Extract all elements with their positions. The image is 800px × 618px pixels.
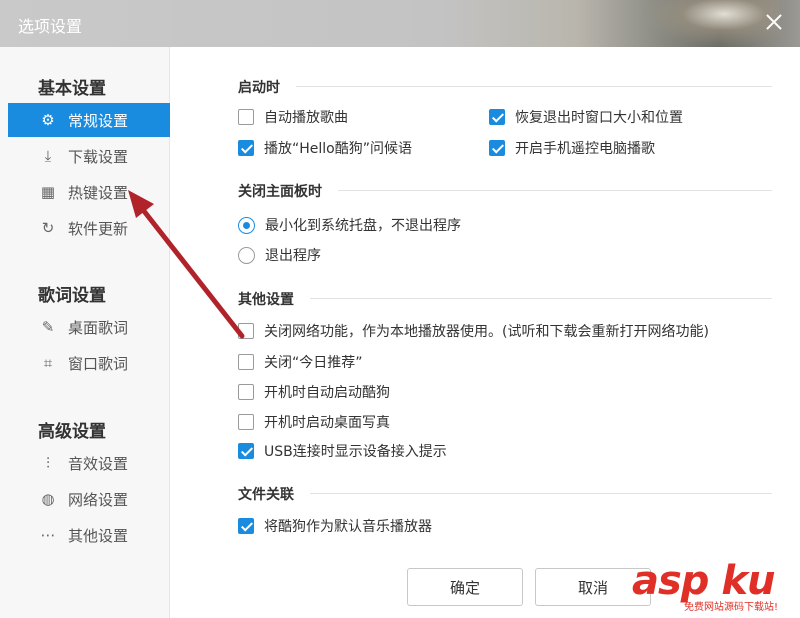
option-label: 将酷狗作为默认音乐播放器 — [264, 519, 432, 535]
checkbox[interactable] — [238, 414, 254, 430]
sidebar-item-label: 热键设置 — [68, 183, 129, 202]
checkbox[interactable] — [238, 323, 254, 339]
sidebar-item-window-lyrics[interactable]: ⌗ 窗口歌词 — [8, 346, 170, 380]
sidebar-group-basic: 基本设置 — [38, 79, 106, 99]
option-desktop-photo[interactable]: 开机时启动桌面写真 — [238, 412, 390, 432]
section-divider — [338, 190, 772, 191]
option-phone-remote[interactable]: 开启手机遥控电脑播歌 — [489, 138, 655, 158]
sidebar-item-label: 桌面歌词 — [68, 318, 129, 337]
watermark-logo: asp ku 免费网站源码下载站! — [624, 556, 800, 618]
sidebar-item-label: 软件更新 — [68, 219, 129, 238]
section-title-other: 其他设置 — [238, 292, 294, 308]
option-label: 开启手机遥控电脑播歌 — [515, 141, 655, 157]
checkbox[interactable] — [238, 140, 254, 156]
option-auto-play[interactable]: 自动播放歌曲 — [238, 107, 348, 127]
option-label: 播放“Hello酷狗”问候语 — [264, 141, 412, 157]
sidebar-item-desktop-lyrics[interactable]: ✎ 桌面歌词 — [8, 310, 170, 344]
gear-icon: ⚙ — [41, 111, 55, 129]
radio-button[interactable] — [238, 246, 255, 264]
section-title-startup: 启动时 — [238, 80, 280, 96]
section-divider — [310, 298, 772, 299]
section-title-file-assoc: 文件关联 — [238, 487, 294, 503]
sidebar-item-hotkeys[interactable]: ▦ 热键设置 — [8, 175, 170, 209]
equalizer-icon: ⫶ — [46, 454, 50, 472]
checkbox[interactable] — [238, 443, 254, 459]
sidebar-group-advanced: 高级设置 — [38, 422, 106, 442]
option-play-hello[interactable]: 播放“Hello酷狗”问候语 — [238, 138, 412, 158]
sidebar-item-update[interactable]: ↻ 软件更新 — [8, 211, 170, 245]
more-icon: ⋯ — [40, 526, 56, 544]
close-icon[interactable] — [762, 10, 786, 34]
sidebar-item-general[interactable]: ⚙ 常规设置 — [8, 103, 170, 137]
checkbox[interactable] — [489, 109, 505, 125]
section-divider — [296, 86, 772, 87]
sidebar-item-label: 其他设置 — [68, 526, 129, 545]
ok-button[interactable]: 确定 — [407, 568, 523, 606]
sidebar-item-label: 窗口歌词 — [68, 354, 129, 373]
option-label: 关闭“今日推荐” — [264, 355, 363, 371]
sidebar-item-label: 网络设置 — [68, 490, 129, 509]
sidebar-item-network[interactable]: ◍ 网络设置 — [8, 482, 170, 516]
option-label: 退出程序 — [265, 248, 321, 264]
option-label: 自动播放歌曲 — [264, 110, 348, 126]
title-bar[interactable]: 选项设置 — [0, 0, 800, 47]
option-label: 恢复退出时窗口大小和位置 — [515, 110, 683, 126]
option-restore-window[interactable]: 恢复退出时窗口大小和位置 — [489, 107, 683, 127]
option-default-player[interactable]: 将酷狗作为默认音乐播放器 — [238, 516, 432, 536]
option-usb-prompt[interactable]: USB连接时显示设备接入提示 — [238, 441, 447, 461]
option-label: 开机时自动启动酷狗 — [264, 385, 390, 401]
sidebar-item-label: 下载设置 — [68, 147, 129, 166]
option-disable-network[interactable]: 关闭网络功能，作为本地播放器使用。(试听和下载会重新打开网络功能) — [238, 321, 709, 341]
section-title-close-panel: 关闭主面板时 — [238, 184, 322, 200]
option-exit-program[interactable]: 退出程序 — [238, 245, 321, 265]
option-label: 开机时启动桌面写真 — [264, 415, 390, 431]
section-divider — [310, 493, 772, 494]
sidebar-item-download[interactable]: ⤓ 下载设置 — [8, 139, 170, 173]
refresh-icon: ↻ — [41, 219, 55, 237]
option-label: 最小化到系统托盘，不退出程序 — [265, 218, 461, 234]
checkbox[interactable] — [238, 518, 254, 534]
globe-icon: ◍ — [41, 490, 55, 508]
option-minimize-tray[interactable]: 最小化到系统托盘，不退出程序 — [238, 215, 461, 235]
option-label: 关闭网络功能，作为本地播放器使用。(试听和下载会重新打开网络功能) — [264, 324, 709, 340]
sidebar-item-label: 常规设置 — [68, 111, 129, 130]
option-label: USB连接时显示设备接入提示 — [264, 444, 447, 460]
window-title: 选项设置 — [18, 17, 83, 36]
desktop-lyrics-icon: ✎ — [41, 318, 55, 336]
sidebar-item-other[interactable]: ⋯ 其他设置 — [8, 518, 170, 552]
sidebar-item-sound[interactable]: ⫶ 音效设置 — [8, 446, 170, 480]
option-autostart[interactable]: 开机时自动启动酷狗 — [238, 382, 390, 402]
radio-button[interactable] — [238, 216, 255, 234]
title-bar-background-art — [640, 0, 780, 47]
checkbox[interactable] — [238, 354, 254, 370]
checkbox[interactable] — [238, 109, 254, 125]
sidebar-group-lyrics: 歌词设置 — [38, 286, 106, 306]
checkbox[interactable] — [489, 140, 505, 156]
keyboard-icon: ▦ — [40, 183, 56, 201]
sidebar-item-label: 音效设置 — [68, 454, 129, 473]
download-icon: ⤓ — [44, 147, 52, 165]
window-lyrics-icon: ⌗ — [43, 354, 53, 372]
option-disable-recommend[interactable]: 关闭“今日推荐” — [238, 352, 363, 372]
checkbox[interactable] — [238, 384, 254, 400]
watermark-subtitle: 免费网站源码下载站! — [684, 602, 779, 613]
